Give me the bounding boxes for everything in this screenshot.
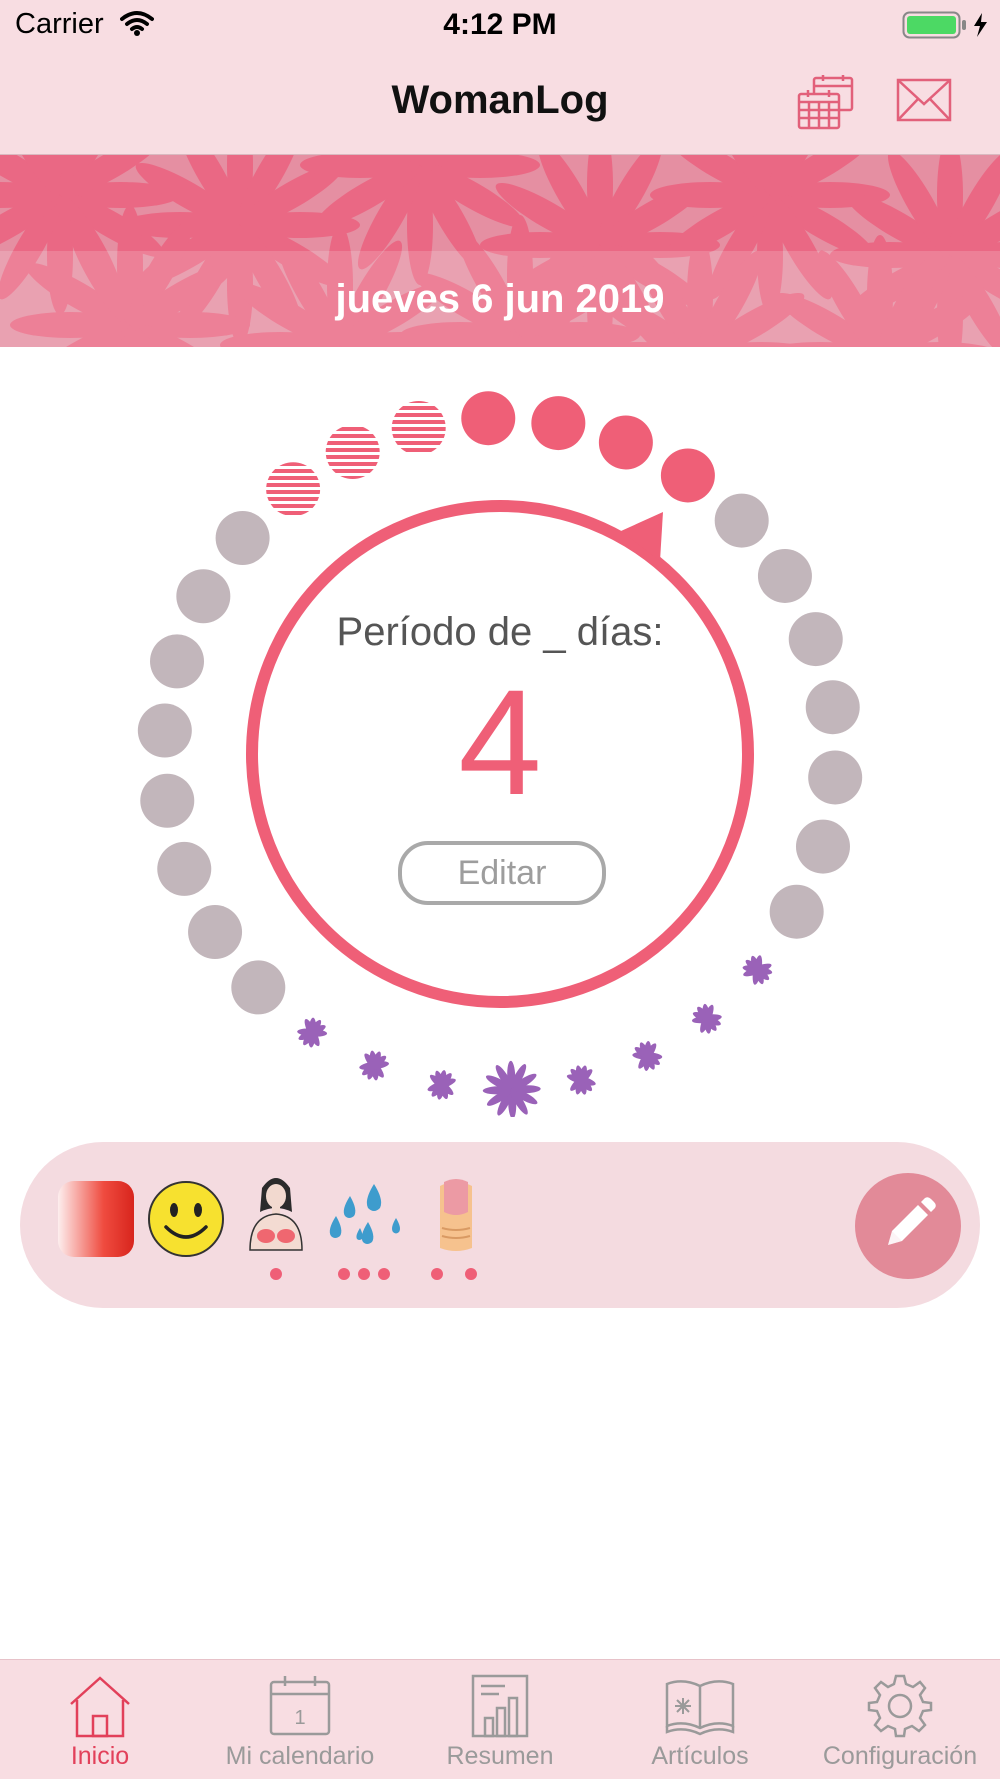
period-day-dot[interactable] <box>461 391 515 445</box>
fertile-day-icon[interactable] <box>736 949 778 991</box>
symptoms-card[interactable] <box>20 1142 980 1308</box>
cycle-day-dot[interactable] <box>715 494 769 548</box>
nav-header: WomanLog <box>0 50 1000 155</box>
fertile-day-icon[interactable] <box>355 1046 394 1085</box>
calendar-icon[interactable] <box>796 74 856 130</box>
cycle-day-dot[interactable] <box>796 820 850 874</box>
status-bar: Carrier 4:12 PM <box>0 0 1000 50</box>
tab-label: Configuración <box>800 1742 1000 1771</box>
cycle-day-dot[interactable] <box>758 549 812 603</box>
tab-mi-calendario[interactable]: 1 Mi calendario <box>200 1660 400 1779</box>
status-time: 4:12 PM <box>0 8 1000 42</box>
report-icon <box>463 1674 537 1738</box>
breast-tenderness-icon[interactable] <box>244 1174 308 1254</box>
mail-icon[interactable] <box>896 78 952 124</box>
cycle-day-dot[interactable] <box>157 842 211 896</box>
period-day-dot[interactable] <box>531 396 585 450</box>
pencil-icon <box>878 1195 938 1255</box>
tab-resumen[interactable]: Resumen <box>400 1660 600 1779</box>
date-banner: jueves 6 jun 2019 <box>0 155 1000 347</box>
battery-charging-icon <box>902 11 992 39</box>
ovulation-day-icon[interactable] <box>482 1060 542 1117</box>
current-date: jueves 6 jun 2019 <box>0 277 1000 322</box>
fertile-day-icon[interactable] <box>563 1062 599 1098</box>
predicted-period-dot[interactable] <box>266 462 320 516</box>
fertile-day-icon[interactable] <box>686 998 728 1040</box>
gear-icon <box>863 1674 937 1738</box>
home-icon <box>63 1674 137 1738</box>
edit-period-button[interactable]: Editar <box>398 841 606 905</box>
tab-bar: Inicio 1 Mi calendario Resumen <box>0 1659 1000 1779</box>
cycle-day-dot[interactable] <box>188 905 242 959</box>
mood-smiley-icon[interactable] <box>146 1179 226 1259</box>
cycle-day-dot[interactable] <box>770 885 824 939</box>
period-length-value: 4 <box>0 667 1000 817</box>
tab-label: Mi calendario <box>200 1742 400 1771</box>
period-day-dot[interactable] <box>661 448 715 502</box>
fertile-day-icon[interactable] <box>424 1068 459 1103</box>
book-icon <box>663 1674 737 1738</box>
fertile-day-icon[interactable] <box>291 1012 333 1054</box>
predicted-period-dot[interactable] <box>392 401 446 455</box>
period-day-dot[interactable] <box>599 415 653 469</box>
svg-text:1: 1 <box>294 1707 305 1729</box>
nail-icon[interactable] <box>434 1178 478 1254</box>
tab-label: Artículos <box>600 1742 800 1771</box>
cycle-day-dot[interactable] <box>216 511 270 565</box>
period-flow-icon[interactable] <box>56 1179 136 1259</box>
tab-inicio[interactable]: Inicio <box>0 1660 200 1779</box>
tab-label: Resumen <box>400 1742 600 1771</box>
predicted-period-dot[interactable] <box>326 425 380 479</box>
calendar-day-icon: 1 <box>263 1674 337 1738</box>
fertile-day-icon[interactable] <box>627 1036 667 1076</box>
cycle-day-dot[interactable] <box>231 960 285 1014</box>
edit-symptoms-button[interactable] <box>855 1173 961 1279</box>
tab-label: Inicio <box>0 1742 200 1771</box>
discharge-drops-icon[interactable] <box>324 1182 408 1252</box>
period-length-label: Período de _ días: <box>0 610 1000 655</box>
tab-articulos[interactable]: Artículos <box>600 1660 800 1779</box>
symptom-intensity-dots <box>20 1262 520 1286</box>
tab-configuracion[interactable]: Configuración <box>800 1660 1000 1779</box>
